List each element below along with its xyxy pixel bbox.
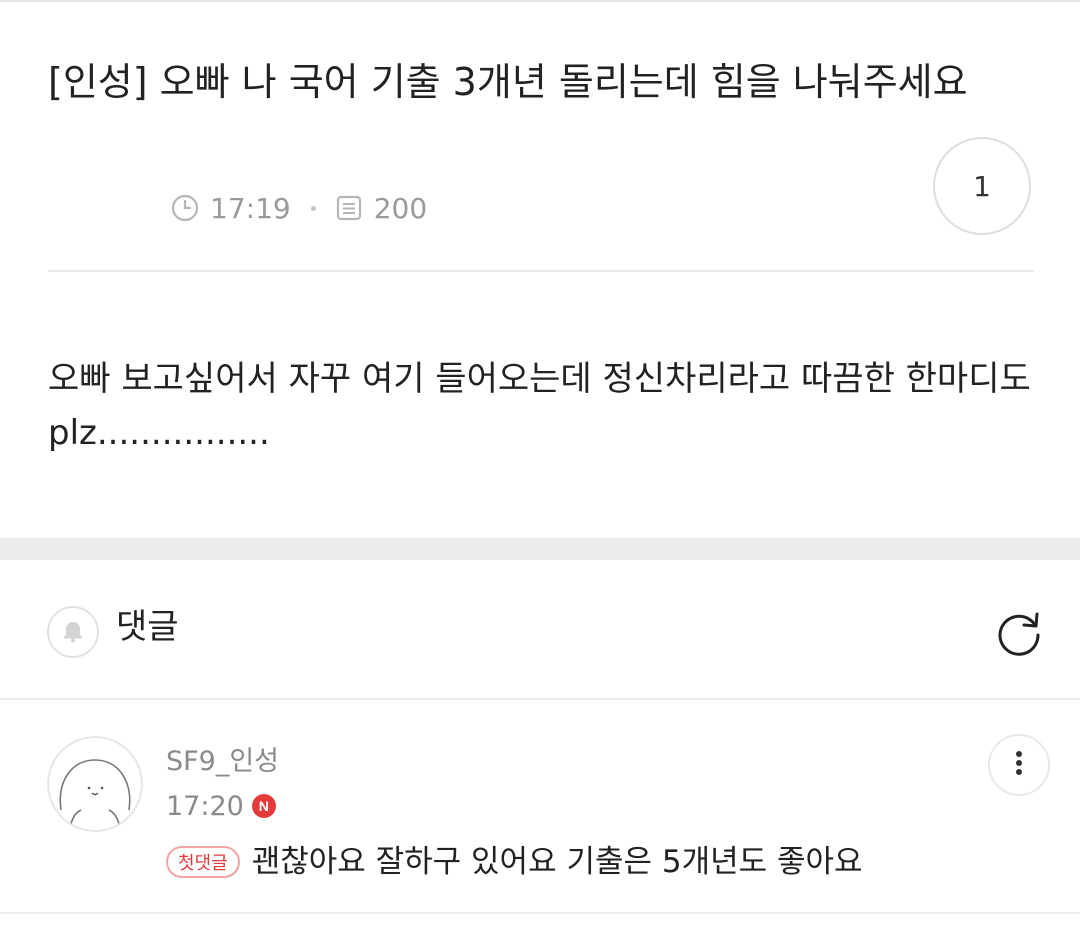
divider (48, 270, 1034, 272)
refresh-icon (991, 605, 1047, 665)
comment-count-button[interactable]: 1 (933, 137, 1031, 235)
comment-time: 17:20 (166, 790, 244, 822)
section-separator (0, 538, 1080, 560)
first-comment-badge: 첫댓글 (166, 846, 240, 878)
post-views: 200 (373, 191, 428, 225)
comment-item: SF9_인성 17:20 N 첫댓글 괜찮아요 잘하구 있어요 기출은 5개년도… (0, 700, 1080, 914)
post-time: 17:19 (210, 191, 291, 225)
clock-icon (170, 193, 200, 223)
comment-author[interactable]: SF9_인성 (166, 744, 279, 780)
notification-bell-button[interactable] (47, 606, 99, 658)
bell-icon (58, 615, 88, 649)
meta-separator (310, 205, 316, 211)
comments-header: 댓글 (0, 560, 1080, 698)
comments-title: 댓글 (116, 607, 179, 647)
refresh-button[interactable] (990, 606, 1048, 664)
more-vertical-icon (1015, 750, 1023, 780)
document-icon (334, 193, 364, 223)
new-badge: N (251, 794, 276, 818)
comment-text: 괜찮아요 잘하구 있어요 기출은 5개년도 좋아요 (251, 844, 863, 880)
post-meta: 17:19 200 (170, 186, 427, 230)
post-body: 오빠 보고싶어서 자꾸 여기 들어오는데 정신차리라고 따끔한 한마디도 plz… (48, 359, 1031, 453)
avatar[interactable] (47, 736, 143, 832)
post-title: [인성] 오빠 나 국어 기출 3개년 돌리는데 힘을 나눠주세요 (48, 60, 968, 104)
more-options-button[interactable] (988, 734, 1050, 796)
divider (0, 912, 1080, 914)
comment-content: 첫댓글 괜찮아요 잘하구 있어요 기출은 5개년도 좋아요 (166, 840, 863, 884)
top-border (0, 0, 1080, 2)
post-detail-page: [인성] 오빠 나 국어 기출 3개년 돌리는데 힘을 나눠주세요 17:19 … (0, 0, 1080, 952)
comment-meta: 17:20 N (166, 788, 276, 824)
